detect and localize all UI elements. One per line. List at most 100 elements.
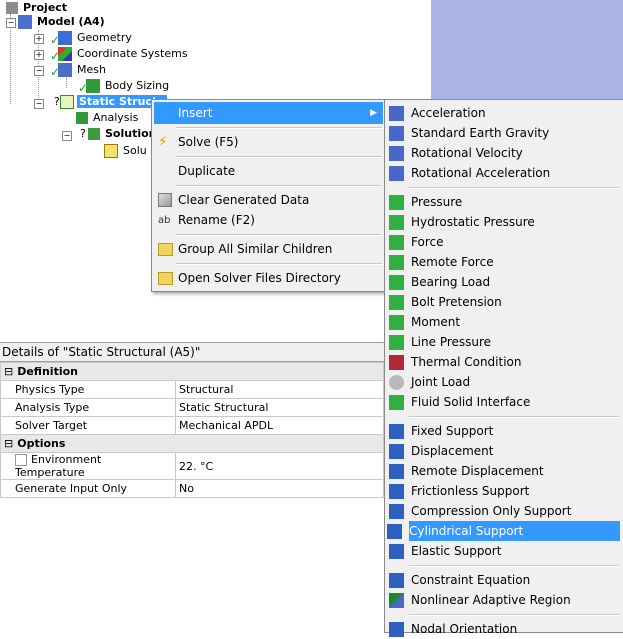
menu-item-rename[interactable]: ab Rename (F2) [154,209,383,231]
question-icon: ? [54,95,60,108]
pressure-icon [389,195,404,210]
menu-item-duplicate[interactable]: Duplicate [154,160,383,182]
details-row[interactable]: Analysis Type Static Structural [0,398,384,417]
submenu-item-moment[interactable]: Moment [387,312,622,332]
check-icon: ✓ [50,65,61,79]
compression-only-support-icon [389,504,404,519]
parameter-checkbox[interactable] [15,454,27,466]
bolt-pretension-icon [389,295,404,310]
collapse-icon[interactable]: ⊟ [4,437,13,450]
frictionless-support-icon [389,484,404,499]
submenu-item-bolt-pretension[interactable]: Bolt Pretension [387,292,622,312]
mesh-icon [58,63,72,77]
tree-item-body-sizing[interactable]: ✓ Body Sizing [74,78,171,95]
cylindrical-support-icon [387,524,402,539]
analysis-settings-icon [76,112,88,124]
tree-item-mesh[interactable]: ✓ Mesh [46,62,108,79]
menu-item-group-all-similar-children[interactable]: Group All Similar Children [154,238,383,260]
expand-toggle[interactable]: − [62,131,72,141]
submenu-item-acceleration[interactable]: Acceleration [387,103,622,123]
coordinate-axes-icon [58,47,72,61]
tree-item-static-structural[interactable]: ? Static Structu [46,94,168,110]
solution-information-icon [104,144,118,158]
submenu-item-line-pressure[interactable]: Line Pressure [387,332,622,352]
tree-item-solution[interactable]: ? Solution [74,126,159,142]
folder-icon [158,243,173,256]
submenu-item-cylindrical-support[interactable]: Cylindrical Support [387,521,620,541]
tree-item-model[interactable]: Model (A4) [18,14,107,30]
details-grid: ⊟ Definition Physics Type Structural Anal… [0,362,384,498]
menu-item-open-solver-files-directory[interactable]: Open Solver Files Directory [154,267,383,289]
submenu-item-bearing-load[interactable]: Bearing Load [387,272,622,292]
expand-toggle[interactable]: − [6,18,16,28]
gravity-icon [389,126,404,141]
fluid-solid-interface-icon [389,395,404,410]
submenu-item-fixed-support[interactable]: Fixed Support [387,421,622,441]
menu-item-insert[interactable]: Insert ▶ [154,102,383,124]
remote-displacement-icon [389,464,404,479]
menu-item-clear-generated-data[interactable]: Clear Generated Data [154,189,383,211]
remote-force-icon [389,255,404,270]
tree-item-coordinate-systems[interactable]: ✓ Coordinate Systems [46,46,190,63]
submenu-item-rotational-acceleration[interactable]: Rotational Acceleration [387,163,622,183]
details-panel-title: Details of "Static Structural (A5)" [0,342,386,362]
displacement-icon [389,444,404,459]
expand-toggle[interactable]: + [34,50,44,60]
lightning-bolt-icon: ⚡ [158,134,168,150]
submenu-item-force[interactable]: Force [387,232,622,252]
model-cube-icon [18,15,32,29]
details-row[interactable]: Generate Input Only No [0,479,384,498]
solution-icon [88,128,100,140]
rename-icon: ab [158,215,171,226]
body-sizing-icon [86,79,100,93]
thermal-condition-icon [389,355,404,370]
submenu-item-rotational-velocity[interactable]: Rotational Velocity [387,143,622,163]
collapse-icon[interactable]: ⊟ [4,365,13,378]
submenu-item-nodal-orientation[interactable]: Nodal Orientation [387,619,622,639]
submenu-item-elastic-support[interactable]: Elastic Support [387,541,622,561]
eraser-icon [158,193,172,207]
acceleration-icon [389,106,404,121]
insert-submenu: Acceleration Standard Earth Gravity Rota… [384,99,623,637]
submenu-item-standard-earth-gravity[interactable]: Standard Earth Gravity [387,123,622,143]
tree-item-solution-information[interactable]: Solu [104,143,149,159]
line-pressure-icon [389,335,404,350]
menu-item-solve[interactable]: ⚡ Solve (F5) [154,131,383,153]
joint-load-icon [389,375,404,390]
submenu-item-displacement[interactable]: Displacement [387,441,622,461]
tree-item-geometry[interactable]: ✓ Geometry [46,30,134,47]
submenu-item-joint-load[interactable]: Joint Load [387,372,622,392]
question-icon: ? [80,127,86,140]
submenu-item-remote-force[interactable]: Remote Force [387,252,622,272]
static-structural-icon [60,95,74,109]
bearing-load-icon [389,275,404,290]
group-header-options[interactable]: ⊟ Options [0,434,384,453]
expand-toggle[interactable]: − [34,66,44,76]
expand-toggle[interactable]: + [34,34,44,44]
details-row[interactable]: Environment Temperature 22. °C [0,452,384,480]
submenu-item-constraint-equation[interactable]: Constraint Equation [387,570,622,590]
graphics-area[interactable] [431,0,623,99]
hydrostatic-pressure-icon [389,215,404,230]
submenu-item-remote-displacement[interactable]: Remote Displacement [387,461,622,481]
submenu-item-frictionless-support[interactable]: Frictionless Support [387,481,622,501]
geometry-icon [58,31,72,45]
fixed-support-icon [389,424,404,439]
submenu-item-pressure[interactable]: Pressure [387,192,622,212]
submenu-item-compression-only-support[interactable]: Compression Only Support [387,501,622,521]
context-menu: Insert ▶ ⚡ Solve (F5) Duplicate Clear Ge… [151,99,386,292]
expand-toggle[interactable]: − [34,99,44,109]
details-row[interactable]: Physics Type Structural [0,380,384,399]
folder-open-icon [158,272,173,285]
submenu-item-fluid-solid-interface[interactable]: Fluid Solid Interface [387,392,622,412]
details-row[interactable]: Solver Target Mechanical APDL [0,416,384,435]
tree-item-analysis-settings[interactable]: Analysis [76,110,140,126]
submenu-item-thermal-condition[interactable]: Thermal Condition [387,352,622,372]
submenu-item-nonlinear-adaptive-region[interactable]: Nonlinear Adaptive Region [387,590,622,610]
rotational-acceleration-icon [389,166,404,181]
constraint-equation-icon [389,573,404,588]
nonlinear-adaptive-region-icon [389,593,404,608]
project-icon [6,2,18,14]
submenu-item-hydrostatic-pressure[interactable]: Hydrostatic Pressure [387,212,622,232]
group-header-definition[interactable]: ⊟ Definition [0,362,384,381]
